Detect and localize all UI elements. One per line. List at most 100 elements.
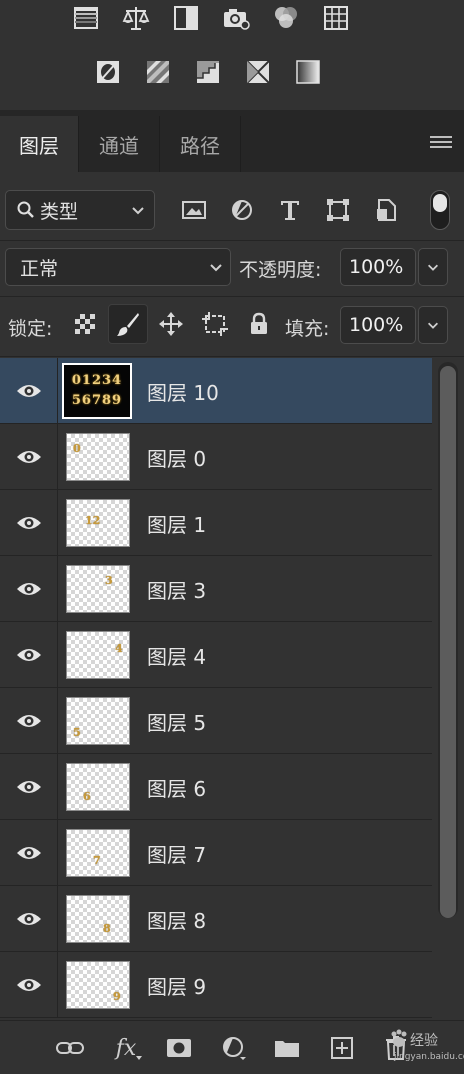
layer-thumbnail: 6 [66,763,130,811]
fill-input[interactable]: 100% [340,306,416,344]
thumbnail-digit: 3 [105,574,113,587]
new-layer-icon[interactable] [326,1033,358,1063]
adjustments-panel [0,0,464,110]
visibility-toggle[interactable] [0,886,58,952]
layer-name: 图层 5 [147,711,207,735]
panel-menu-icon[interactable] [430,136,452,152]
visibility-toggle[interactable] [0,358,58,424]
fx-label: fx [115,1035,137,1061]
adjustments-row-1 [70,2,352,34]
layer-filter-icons [178,190,402,230]
layer-name: 图层 1 [147,513,207,537]
link-layers-icon[interactable] [54,1033,86,1063]
eye-icon [16,913,41,925]
color-lookup-icon[interactable] [320,2,352,34]
layer-row[interactable]: 5 图层 5 [0,688,432,754]
baidu-watermark: 经验 jingyan.baidu.com [386,1024,464,1072]
layer-name: 图层 7 [147,843,207,867]
layer-filter-dropdown[interactable]: 类型 [5,190,155,230]
layer-row[interactable]: 7 图层 7 [0,820,432,886]
layer-thumbnail: 5 [66,697,130,745]
layer-row[interactable]: 6 图层 6 [0,754,432,820]
opacity-dropdown[interactable] [418,248,448,286]
layer-row[interactable]: 9 图层 9 [0,952,432,1018]
filter-kind-label: 类型 [40,200,79,223]
exposure-icon[interactable] [170,2,202,34]
eye-icon [16,781,41,793]
layers-scrollbar-thumb[interactable] [440,366,456,918]
layer-thumbnail: 8 [66,895,130,943]
separator [0,240,464,241]
layer-row[interactable]: 12 图层 1 [0,490,432,556]
new-group-folder-icon[interactable] [271,1033,303,1063]
layer-name: 图层 4 [147,645,207,669]
invert-icon[interactable] [92,56,124,88]
filter-pixel-icon[interactable] [178,194,210,226]
balance-icon[interactable] [120,2,152,34]
layer-thumbnail: 0 [66,433,130,481]
layer-row[interactable]: 3 图层 3 [0,556,432,622]
selective-color-icon[interactable] [242,56,274,88]
visibility-toggle[interactable] [0,622,58,688]
filter-toggle[interactable] [430,190,450,230]
layer-style-fx-button[interactable]: fx [110,1033,142,1063]
lock-position-icon[interactable] [154,307,188,341]
posterize-icon[interactable] [142,56,174,88]
visibility-toggle[interactable] [0,820,58,886]
layer-row[interactable]: 8 图层 8 [0,886,432,952]
layer-name: 图层 3 [147,579,207,603]
layer-name: 图层 10 [147,381,219,405]
thumbnail-digit: 7 [93,854,101,867]
camera-filter-icon[interactable] [220,2,252,34]
blend-mode-value: 正常 [20,257,59,280]
new-adjustment-layer-icon[interactable] [218,1033,250,1063]
thumbnail-text-line-2: 56789 [71,393,123,408]
lock-all-icon[interactable] [242,307,276,341]
eye-icon [16,649,41,661]
thumbnail-digit: 0 [73,442,81,455]
thumbnail-digit: 8 [103,922,111,935]
tab-channels[interactable]: 通道 [79,116,159,172]
thumbnail-digit: 6 [83,790,91,803]
eye-icon [16,979,41,991]
layer-row[interactable]: 0 图层 0 [0,424,432,490]
layer-thumbnail: 3 [66,565,130,613]
filter-shape-icon[interactable] [322,194,354,226]
channel-mixer-icon[interactable] [270,2,302,34]
layer-row[interactable]: 4 图层 4 [0,622,432,688]
watermark-text: 经验 [410,1033,438,1049]
tab-separator [240,116,241,172]
layers-list: 01234 56789 图层 10 0 图层 0 12 图层 1 3 图层 3 … [0,358,432,1020]
separator [0,296,464,297]
watermark-url: jingyan.baidu.com [394,1052,464,1062]
visibility-toggle[interactable] [0,754,58,820]
layer-thumbnail: 01234 56789 [62,363,132,419]
visibility-toggle[interactable] [0,952,58,1018]
layer-thumbnail: 4 [66,631,130,679]
threshold-icon[interactable] [192,56,224,88]
opacity-input[interactable]: 100% [340,248,416,286]
adjustments-row-2 [92,56,324,88]
lock-transparent-pixels-icon[interactable] [68,307,102,341]
fill-dropdown[interactable] [418,306,448,344]
visibility-toggle[interactable] [0,490,58,556]
layer-thumbnail: 12 [66,499,130,547]
layer-row[interactable]: 01234 56789 图层 10 [0,358,432,424]
tab-layers[interactable]: 图层 [0,116,78,172]
lock-label: 锁定: [8,318,53,340]
eye-icon [16,385,41,397]
add-mask-icon[interactable] [163,1033,195,1063]
filter-type-icon[interactable] [274,194,306,226]
levels-icon[interactable] [70,2,102,34]
thumbnail-digit: 12 [85,514,101,527]
filter-smart-object-icon[interactable] [370,194,402,226]
lock-artboard-icon[interactable] [198,307,232,341]
visibility-toggle[interactable] [0,424,58,490]
lock-image-pixels-icon[interactable] [108,304,148,344]
gradient-map-icon[interactable] [292,56,324,88]
tab-paths[interactable]: 路径 [160,116,240,172]
visibility-toggle[interactable] [0,556,58,622]
filter-adjustment-icon[interactable] [226,194,258,226]
visibility-toggle[interactable] [0,688,58,754]
blend-mode-dropdown[interactable]: 正常 [5,248,231,286]
